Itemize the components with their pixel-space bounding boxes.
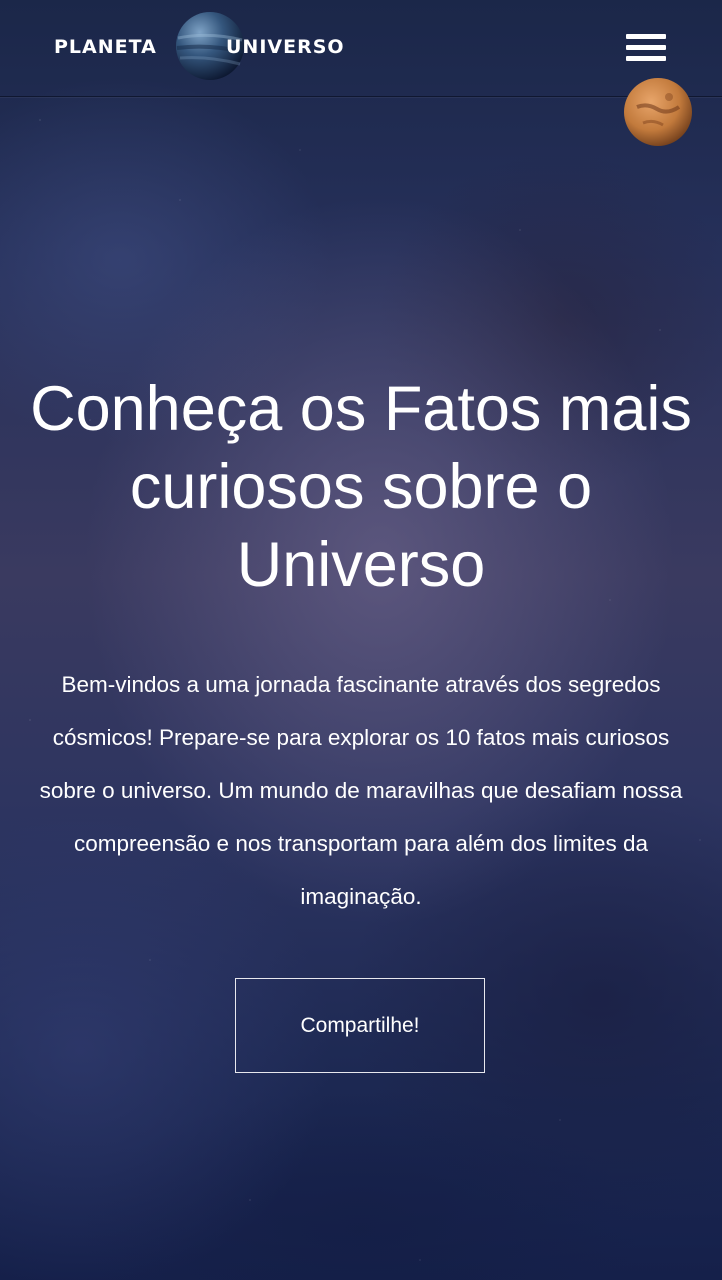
site-header: PLANETA UNIVERSO bbox=[0, 0, 722, 97]
hero-section: Conheça os Fatos mais curiosos sobre o U… bbox=[0, 370, 722, 923]
site-logo[interactable]: PLANETA UNIVERSO bbox=[54, 10, 384, 86]
hero-description: Bem-vindos a uma jornada fascinante atra… bbox=[39, 672, 683, 909]
hamburger-menu-icon[interactable] bbox=[626, 34, 666, 68]
share-button[interactable]: Compartilhe! bbox=[235, 978, 485, 1073]
logo-text-universo: UNIVERSO bbox=[226, 36, 345, 58]
hero-title: Conheça os Fatos mais curiosos sobre o U… bbox=[30, 374, 692, 600]
logo-text-planeta: PLANETA bbox=[54, 36, 157, 58]
mars-planet-icon bbox=[624, 78, 692, 146]
